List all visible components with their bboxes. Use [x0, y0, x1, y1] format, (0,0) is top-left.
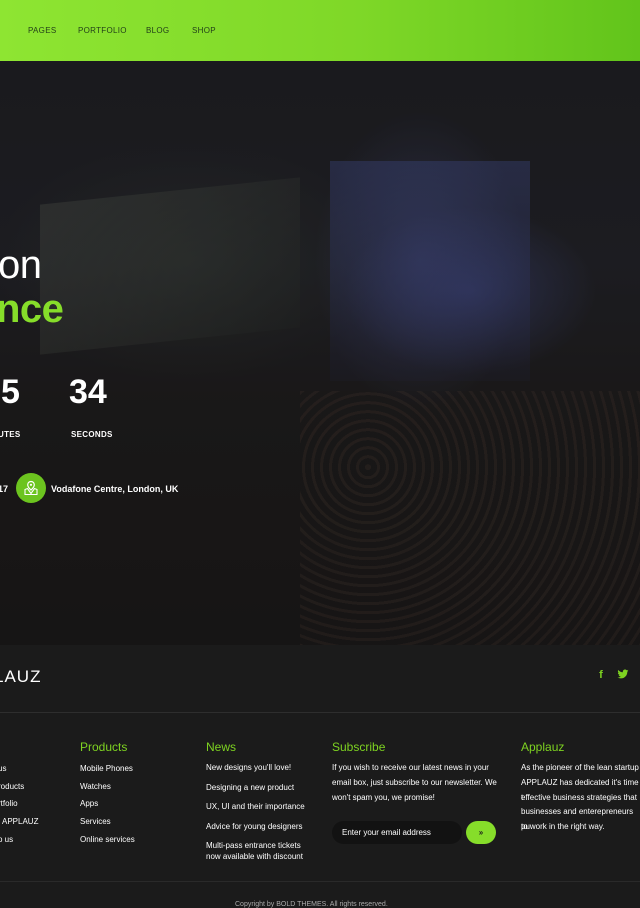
- products-heading: Products: [80, 740, 128, 754]
- nav-item-shop[interactable]: SHOP: [192, 26, 216, 35]
- products-link[interactable]: Mobile Phones: [80, 764, 133, 773]
- event-location: Vodafone Centre, London, UK: [51, 484, 179, 494]
- countdown-seconds-value: 34: [69, 373, 107, 411]
- twitter-icon[interactable]: [616, 669, 630, 683]
- news-link[interactable]: New designs you'll love!: [206, 763, 291, 772]
- news-link[interactable]: Designing a new product: [206, 783, 294, 792]
- subscribe-text-line: If you wish to receive our latest news i…: [332, 763, 489, 772]
- email-subscribe-input[interactable]: [332, 821, 462, 844]
- applauz-text-line: effective business strategies that: [521, 793, 637, 802]
- event-date: 17: [0, 484, 9, 494]
- hero-title-line2: nce: [0, 287, 64, 331]
- subscribe-heading: Subscribe: [332, 740, 386, 754]
- countdown-minutes-label: UTES: [0, 430, 21, 439]
- products-link[interactable]: Watches: [80, 782, 111, 791]
- countdown-minutes-value: 5: [1, 373, 20, 411]
- hero-section: on nce 5 UTES 34 SECONDS 17 Vodafone Cen…: [0, 61, 640, 645]
- hero-title-line1: on: [0, 243, 42, 287]
- twitter-bird-icon: [617, 669, 629, 679]
- footer-link[interactable]: o us: [0, 835, 13, 844]
- footer-logo[interactable]: LAUZ: [0, 667, 41, 687]
- footer-link[interactable]: roducts: [0, 782, 24, 791]
- news-link[interactable]: UX, UI and their importance: [206, 802, 305, 811]
- map-location-icon: [24, 480, 38, 496]
- news-heading: News: [206, 740, 237, 754]
- footer-link[interactable]: rtfolio: [0, 799, 18, 808]
- facebook-icon[interactable]: f: [594, 669, 608, 683]
- footer-divider: [0, 712, 640, 713]
- products-link[interactable]: Services: [80, 817, 111, 826]
- applauz-text-line: to work in the right way.: [521, 822, 605, 831]
- footer-bottom-divider: [0, 881, 640, 882]
- subscribe-text-line: email box, just subscribe to our newslet…: [332, 778, 497, 787]
- footer-link[interactable]: APPLAUZ: [2, 817, 38, 826]
- subscribe-submit-button[interactable]: »: [466, 821, 496, 844]
- site-footer: LAUZ f us roducts rtfolio APPLAUZ o us P…: [0, 645, 640, 908]
- nav-item-blog[interactable]: BLOG: [146, 26, 169, 35]
- applauz-text-line: As the pioneer of the lean startup: [521, 763, 639, 772]
- footer-link[interactable]: us: [0, 764, 6, 773]
- top-navigation-bar: S PAGES PORTFOLIO BLOG SHOP: [0, 0, 640, 61]
- subscribe-text-line: won't spam you, we promise!: [332, 793, 435, 802]
- hero-overlay: [0, 61, 640, 645]
- nav-item-pages[interactable]: PAGES: [28, 26, 56, 35]
- applauz-heading: Applauz: [521, 740, 565, 754]
- location-icon-badge: [16, 473, 46, 503]
- products-link[interactable]: Apps: [80, 799, 98, 808]
- nav-item-portfolio[interactable]: PORTFOLIO: [78, 26, 127, 35]
- news-link[interactable]: Advice for young designers: [206, 822, 303, 831]
- copyright-text: Copyright by BOLD THEMES. All rights res…: [235, 901, 388, 908]
- news-link[interactable]: Multi-pass entrance tickets: [206, 841, 301, 850]
- products-link[interactable]: Online services: [80, 835, 135, 844]
- countdown-seconds-label: SECONDS: [71, 430, 113, 439]
- news-link-continued[interactable]: now available with discount: [206, 852, 303, 861]
- page-root: S PAGES PORTFOLIO BLOG SHOP on nce 5 UTE…: [0, 0, 640, 908]
